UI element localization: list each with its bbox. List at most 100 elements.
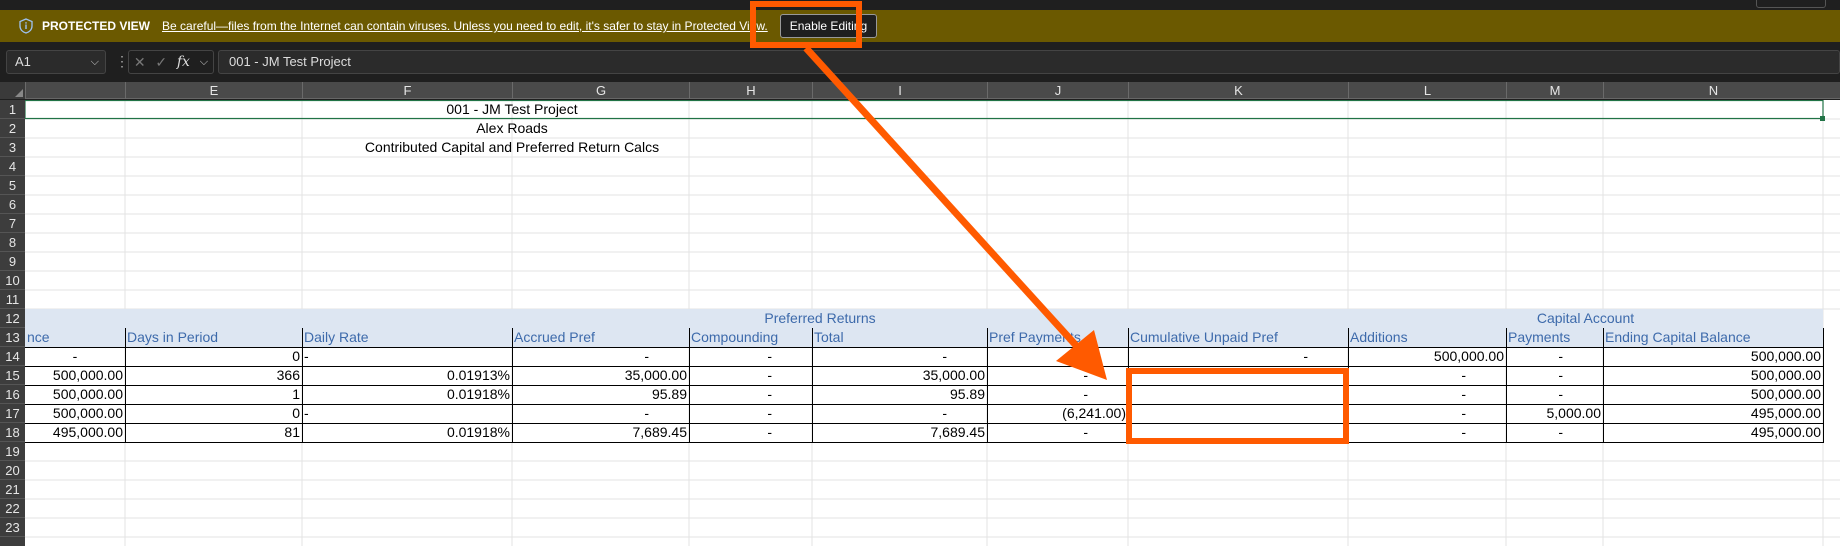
worksheet-grid[interactable]: 001 - JM Test Project Alex Roads Contrib… <box>25 100 1840 546</box>
cell-payments[interactable]: - <box>1506 385 1603 404</box>
cell-days[interactable]: 0 <box>125 404 302 423</box>
cell-additions[interactable]: 500,000.00 <box>1348 347 1506 366</box>
cell-ending[interactable]: 495,000.00 <box>1603 404 1823 423</box>
column-header-J[interactable]: J <box>987 82 1128 99</box>
chevron-down-icon[interactable]: ⌵ <box>200 56 208 69</box>
cell-total[interactable]: - <box>812 347 987 366</box>
cell-accrued[interactable]: 95.89 <box>512 385 689 404</box>
cell-balance[interactable]: 500,000.00 <box>25 385 125 404</box>
row-header-20[interactable]: 20 <box>0 461 25 480</box>
column-header-L[interactable]: L <box>1348 82 1506 99</box>
cell-payments[interactable]: - <box>1506 366 1603 385</box>
cell-days[interactable]: 366 <box>125 366 302 385</box>
cell-pref-payments[interactable]: - <box>987 385 1128 404</box>
row-header-16[interactable]: 16 <box>0 385 25 404</box>
protected-view-message-link[interactable]: Be careful—files from the Internet can c… <box>162 19 768 33</box>
column-header-N[interactable]: N <box>1603 82 1823 99</box>
row-header-14[interactable]: 14 <box>0 347 25 366</box>
row-header-23[interactable]: 23 <box>0 518 25 537</box>
cell-days[interactable]: 0 <box>125 347 302 366</box>
row-header-18[interactable]: 18 <box>0 423 25 442</box>
column-header-E[interactable]: E <box>125 82 302 99</box>
cell-pref-payments[interactable] <box>987 347 1128 366</box>
cell-ending[interactable]: 500,000.00 <box>1603 385 1823 404</box>
row-header-2[interactable]: 2 <box>0 119 25 138</box>
column-header-I[interactable]: I <box>812 82 987 99</box>
row-header-15[interactable]: 15 <box>0 366 25 385</box>
row-header-1[interactable]: 1 <box>0 100 25 119</box>
cell-payments[interactable]: - <box>1506 423 1603 442</box>
cell-additions[interactable]: - <box>1348 366 1506 385</box>
cell-cumulative[interactable] <box>1128 366 1348 385</box>
cell-ending[interactable]: 495,000.00 <box>1603 423 1823 442</box>
title-strip-button[interactable] <box>1756 0 1826 8</box>
cell-pref-payments[interactable]: - <box>987 423 1128 442</box>
cell-cumulative[interactable]: - <box>1128 347 1348 366</box>
column-header-H[interactable]: H <box>689 82 812 99</box>
cell-pref-payments[interactable]: (6,241.00) <box>987 404 1128 423</box>
cell-days[interactable]: 1 <box>125 385 302 404</box>
cell-total[interactable]: 35,000.00 <box>812 366 987 385</box>
row-header-7[interactable]: 7 <box>0 214 25 233</box>
cell-compounding[interactable]: - <box>689 423 812 442</box>
cell-total[interactable]: - <box>812 404 987 423</box>
cell-balance[interactable]: - <box>25 347 125 366</box>
more-options-icon[interactable]: ⋮ <box>115 53 129 70</box>
row-header-11[interactable]: 11 <box>0 290 25 309</box>
cell-cumulative[interactable] <box>1128 423 1348 442</box>
confirm-icon[interactable]: ✓ <box>155 54 167 71</box>
insert-function-icon[interactable]: fx <box>177 54 190 70</box>
row-header-21[interactable]: 21 <box>0 480 25 499</box>
cell-total[interactable]: 95.89 <box>812 385 987 404</box>
cell-additions[interactable]: - <box>1348 385 1506 404</box>
cell-compounding[interactable]: - <box>689 404 812 423</box>
cell-ending[interactable]: 500,000.00 <box>1603 347 1823 366</box>
row-header-22[interactable]: 22 <box>0 499 25 518</box>
column-header-partial[interactable] <box>25 82 125 99</box>
cell-rate[interactable]: - <box>302 347 512 366</box>
cancel-icon[interactable]: ✕ <box>134 54 146 71</box>
cell-additions[interactable]: - <box>1348 423 1506 442</box>
cell-pref-payments[interactable]: - <box>987 366 1128 385</box>
row-header-12[interactable]: 12 <box>0 309 25 328</box>
row-header-19[interactable]: 19 <box>0 442 25 461</box>
cell-accrued[interactable]: 35,000.00 <box>512 366 689 385</box>
cell-accrued[interactable]: 7,689.45 <box>512 423 689 442</box>
formula-input[interactable]: 001 - JM Test Project <box>218 50 1840 74</box>
row-header-9[interactable]: 9 <box>0 252 25 271</box>
row-header-10[interactable]: 10 <box>0 271 25 290</box>
row-header-8[interactable]: 8 <box>0 233 25 252</box>
row-header-13[interactable]: 13 <box>0 328 25 347</box>
cell-rate[interactable]: 0.01913% <box>302 366 512 385</box>
cell-balance[interactable]: 495,000.00 <box>25 423 125 442</box>
column-header-G[interactable]: G <box>512 82 689 99</box>
cell-ending[interactable]: 500,000.00 <box>1603 366 1823 385</box>
cell-compounding[interactable]: - <box>689 366 812 385</box>
cell-compounding[interactable]: - <box>689 347 812 366</box>
cell-payments[interactable]: - <box>1506 347 1603 366</box>
cell-accrued[interactable]: - <box>512 404 689 423</box>
row-header-17[interactable]: 17 <box>0 404 25 423</box>
cell-cumulative[interactable] <box>1128 404 1348 423</box>
row-header-5[interactable]: 5 <box>0 176 25 195</box>
cell-rate[interactable]: - <box>302 404 512 423</box>
chevron-down-icon[interactable]: ⌵ <box>91 51 99 73</box>
cell-additions[interactable]: - <box>1348 404 1506 423</box>
cell-accrued[interactable]: - <box>512 347 689 366</box>
cell-total[interactable]: 7,689.45 <box>812 423 987 442</box>
cell-days[interactable]: 81 <box>125 423 302 442</box>
cell-balance[interactable]: 500,000.00 <box>25 404 125 423</box>
cell-cumulative[interactable] <box>1128 385 1348 404</box>
column-header-F[interactable]: F <box>302 82 512 99</box>
cell-balance[interactable]: 500,000.00 <box>25 366 125 385</box>
row-header-4[interactable]: 4 <box>0 157 25 176</box>
row-header-3[interactable]: 3 <box>0 138 25 157</box>
name-box[interactable]: A1 ⌵ <box>6 50 106 74</box>
cell-rate[interactable]: 0.01918% <box>302 423 512 442</box>
cell-compounding[interactable]: - <box>689 385 812 404</box>
cell-rate[interactable]: 0.01918% <box>302 385 512 404</box>
column-header-M[interactable]: M <box>1506 82 1603 99</box>
column-header-K[interactable]: K <box>1128 82 1348 99</box>
cell-payments[interactable]: 5,000.00 <box>1506 404 1603 423</box>
row-header-6[interactable]: 6 <box>0 195 25 214</box>
